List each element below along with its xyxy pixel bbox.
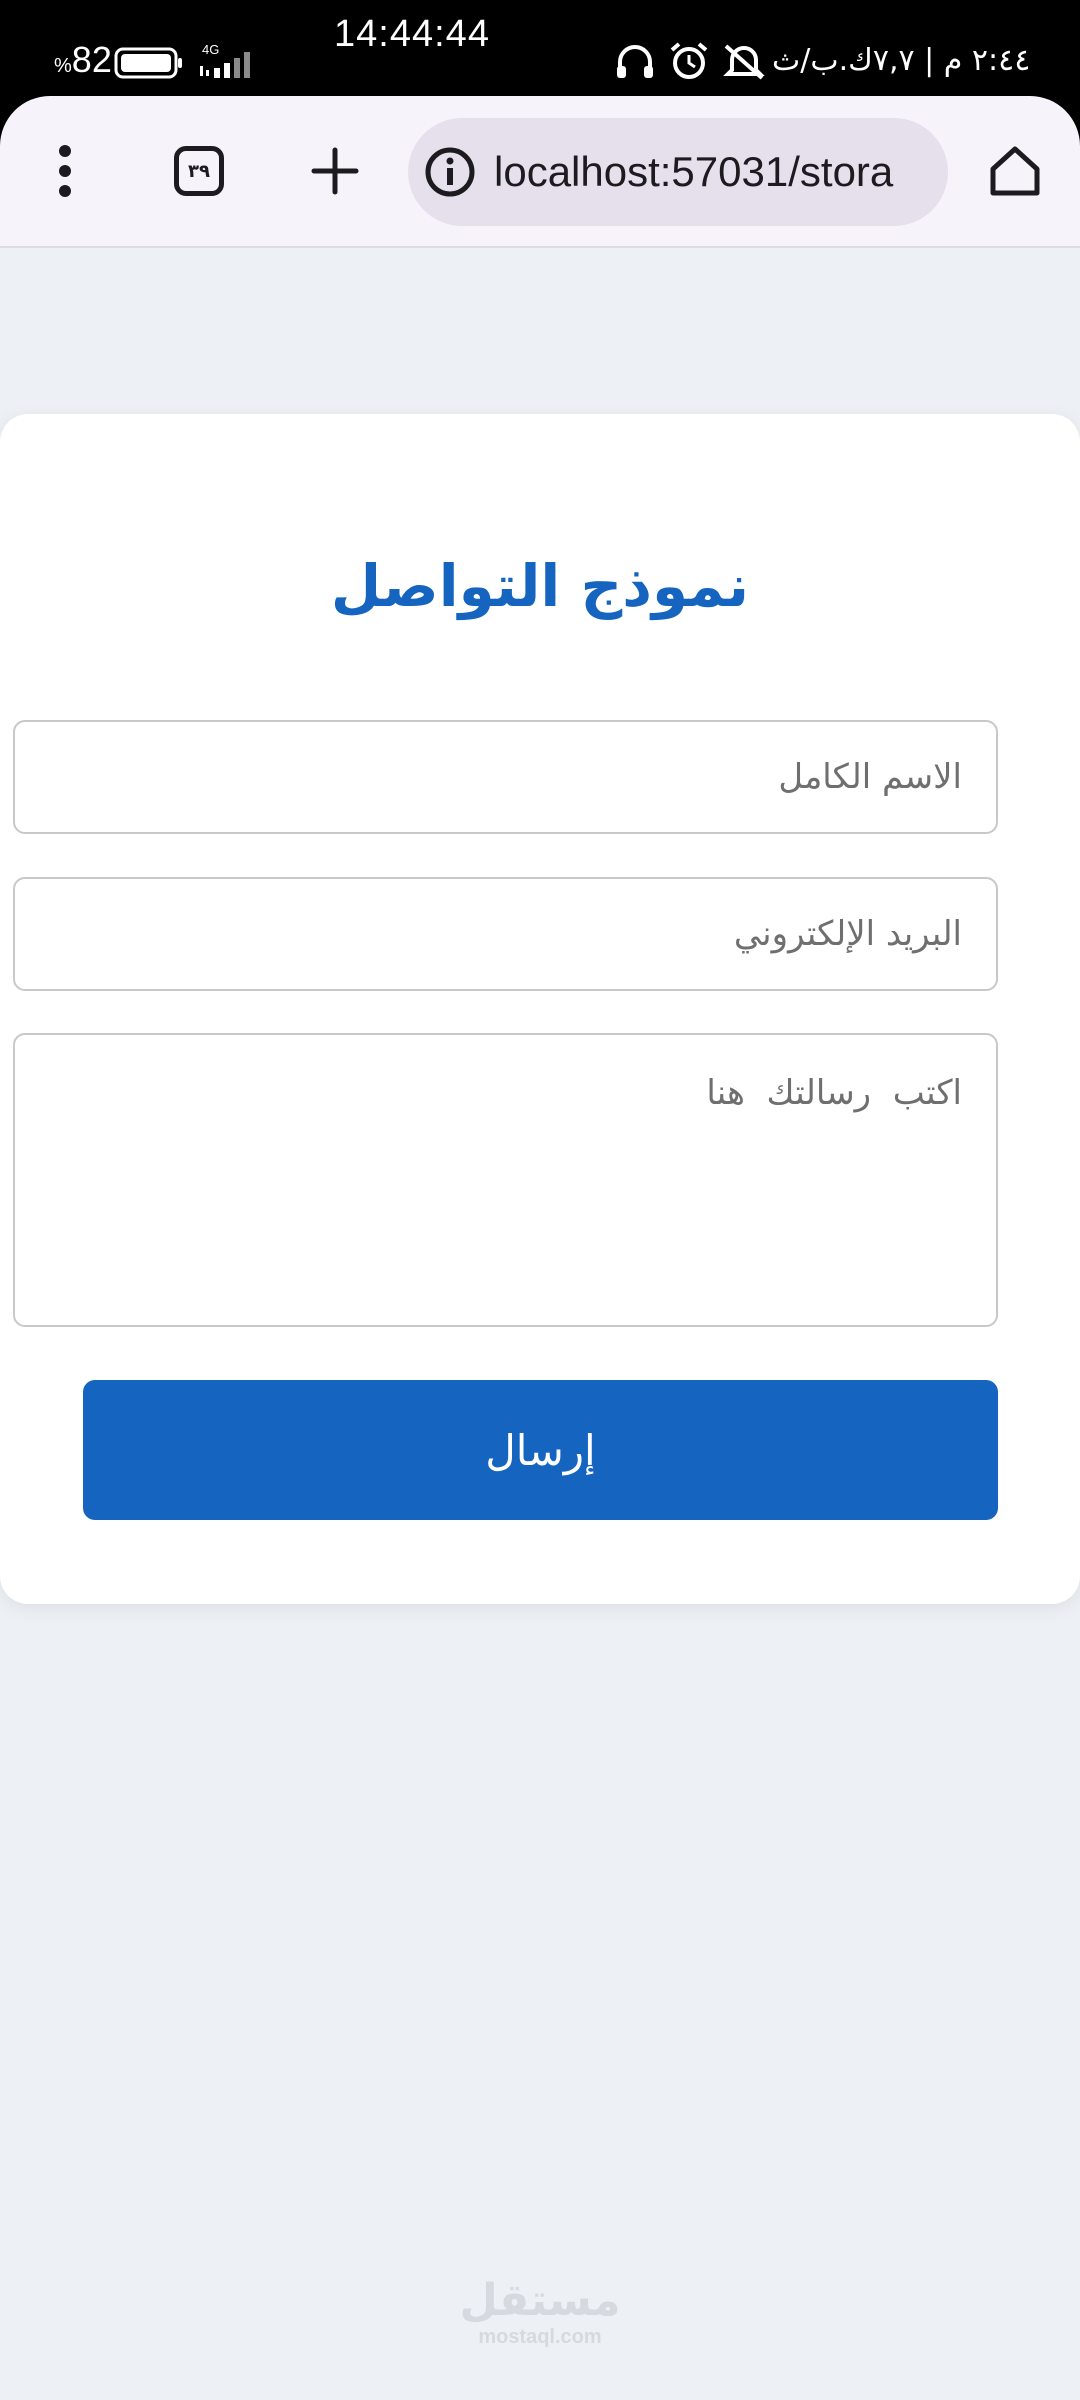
full-name-input[interactable] (13, 720, 998, 834)
info-icon[interactable] (422, 144, 478, 200)
network-type: 4G (202, 42, 219, 57)
alarm-icon (670, 42, 708, 79)
percent-sign: % (54, 55, 72, 77)
headset-icon (617, 45, 653, 78)
more-vert-icon (59, 145, 71, 197)
url-bar[interactable]: localhost:57031/stora (408, 118, 948, 226)
contact-form-card: نموذج التواصل إرسال (0, 414, 1080, 1604)
tabs-icon: ٣٩ (174, 146, 224, 196)
submit-button[interactable]: إرسال (83, 1380, 998, 1520)
url-text[interactable]: localhost:57031/stora (494, 118, 893, 226)
signal-icon: 4G (200, 42, 250, 78)
watermark-logo: مستقل mostaql.com (440, 2275, 640, 2349)
form-title: نموذج التواصل (330, 552, 750, 620)
battery-percent: %82 (54, 40, 112, 86)
battery-icon (114, 47, 182, 79)
status-right-text: ٢:٤٤ م | ٧,٧ك.ب/ث (772, 43, 1031, 78)
home-icon (990, 146, 1040, 196)
home-button[interactable] (976, 132, 1054, 210)
watermark-sub: mostaql.com (478, 2326, 602, 2348)
message-textarea[interactable] (13, 1033, 998, 1327)
watermark-main: مستقل (459, 2275, 621, 2326)
email-input[interactable] (13, 877, 998, 991)
new-tab-button[interactable] (296, 132, 374, 210)
tabs-button[interactable]: ٣٩ (160, 132, 238, 210)
status-bar: %82 4G 14:44:44 ٢:٤٤ م | ٧,٧ك.ب/ث (0, 0, 1080, 96)
browser-toolbar: ٣٩ localhost:57031/stora (0, 96, 1080, 248)
battery-percent-value: 82 (71, 39, 112, 80)
tab-count: ٣٩ (188, 160, 210, 182)
mute-icon (723, 44, 765, 80)
menu-button[interactable] (30, 136, 100, 206)
plus-icon (311, 147, 359, 195)
status-time: 14:44:44 (334, 13, 490, 55)
